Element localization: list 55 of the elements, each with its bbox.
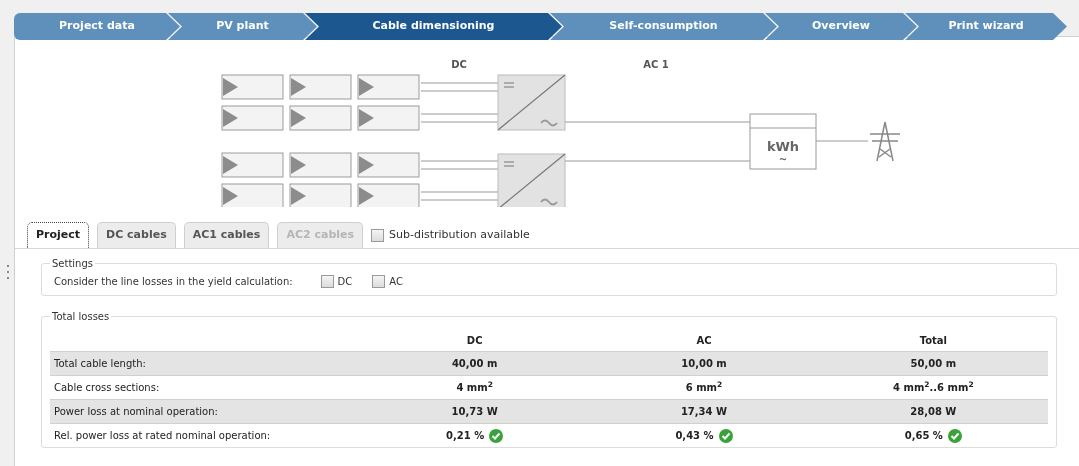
row-label: Rel. power loss at rated nominal operation: <box>53 429 272 443</box>
table-cell-text: 10,73 W <box>451 405 498 419</box>
solar-panel-icon <box>289 105 352 131</box>
inverter-icon <box>497 153 566 207</box>
wizard-step[interactable]: Project data <box>14 13 180 40</box>
inverter-icon <box>497 74 566 131</box>
solar-panel-icon <box>289 183 352 207</box>
solar-panel-icon <box>357 183 420 207</box>
wizard-step[interactable]: Cable dimensioning <box>305 13 562 40</box>
setting-label: Consider the line losses in the yield calculation: <box>54 275 293 289</box>
column-header: AC <box>696 333 712 348</box>
table-cell-text: 17,34 W <box>680 405 728 419</box>
ac-label: AC 1 <box>643 59 669 70</box>
column-header: Total <box>919 333 947 348</box>
checkbox[interactable] <box>371 228 385 242</box>
tab[interactable]: Project <box>27 222 90 248</box>
solar-panel-icon <box>357 74 420 100</box>
table-cell-text: 40,00 m <box>451 357 498 371</box>
table-cell: 4 mm$^{2}$..6 mm$^{2}$ <box>893 380 974 395</box>
table-cell-text: 28,08 W <box>910 405 957 419</box>
wizard-step[interactable]: Overview <box>765 13 917 40</box>
table-cell: 4 mm$^{2}$ <box>456 380 493 395</box>
checkbox-label: DC <box>337 275 353 289</box>
table-cell-text: 50,00 m <box>910 357 957 371</box>
splitter-handle[interactable] <box>7 265 10 279</box>
tab[interactable]: AC1 cables <box>183 222 270 248</box>
group-title: Settings <box>50 256 95 271</box>
solar-panel-icon <box>221 105 284 131</box>
table-cell-text: 10,00 m <box>681 357 727 371</box>
table-cell: 6 mm$^{2}$ <box>685 380 723 395</box>
table-cell-text: 0,65 % <box>904 429 943 443</box>
row-label: Total cable length: <box>53 357 147 371</box>
wizard-step[interactable]: PV plant <box>168 13 317 40</box>
solar-panel-icon <box>221 152 284 178</box>
checkbox-label: Sub-distribution available <box>389 226 530 243</box>
wizard-step[interactable]: Self-consumption <box>550 13 777 40</box>
solar-panel-icon <box>289 74 352 100</box>
checkbox[interactable] <box>320 275 334 288</box>
column-header: DC <box>466 333 483 348</box>
checkbox-label: AC <box>389 275 403 289</box>
table-cell-text: 0,21 % <box>446 429 485 443</box>
solar-panel-icon <box>221 74 284 100</box>
row-label: Power loss at nominal operation: <box>53 405 219 419</box>
tab[interactable]: DC cables <box>97 222 176 248</box>
wizard-step[interactable]: Print wizard <box>905 13 1067 40</box>
dc-label: DC <box>451 59 467 70</box>
table-cell-text: 0,43 % <box>675 429 714 443</box>
energy-meter: kWh ~ <box>749 113 817 170</box>
solar-panel-icon <box>221 183 284 207</box>
power-pylon-icon <box>869 121 901 162</box>
solar-panel-icon <box>357 152 420 178</box>
row-label: Cable cross sections: <box>53 381 161 395</box>
solar-panel-icon <box>357 105 420 131</box>
solar-panel-icon <box>289 152 352 178</box>
checkbox[interactable] <box>372 275 386 288</box>
